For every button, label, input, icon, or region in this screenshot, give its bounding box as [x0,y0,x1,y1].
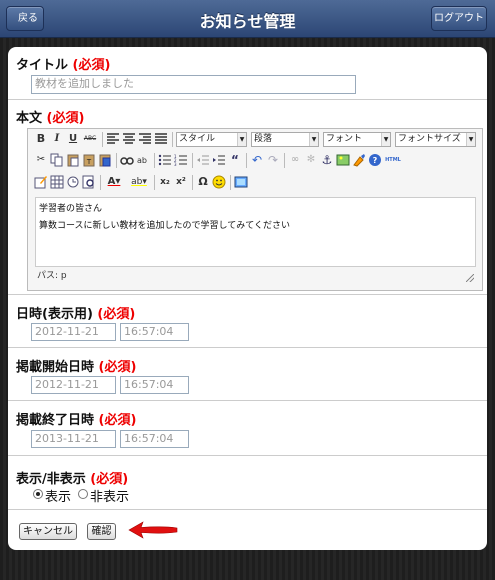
svg-text:T: T [86,158,92,166]
cleanup-icon[interactable] [352,153,366,167]
publish-end-date-input[interactable]: 2013-11-21 [31,430,116,448]
outdent-icon[interactable] [196,153,210,167]
paste-text-icon[interactable]: T [82,153,96,167]
display-datetime-label: 日時(表示用) (必須) [16,307,136,322]
chevron-down-icon: ▼ [309,133,318,146]
bold-icon[interactable]: B [34,132,48,146]
link-icon[interactable]: ∞ [288,153,302,167]
title-section: タイトル (必須) 教材を追加しました [8,47,487,100]
confirm-button[interactable]: 確認 [87,523,116,540]
editor-toolbar-row-2: ✂ T ab 123 “ ↶ ↷ ∞ ✻ ⚓ ? HTML [32,151,484,171]
svg-text:?: ? [373,156,378,165]
align-left-icon[interactable] [106,132,120,146]
chevron-down-icon: ▼ [466,133,475,146]
style-select[interactable]: スタイル ▼ [176,132,247,147]
display-datetime-section: 日時(表示用) (必須) 2012-11-21 16:57:04 [8,295,487,348]
display-date-input[interactable]: 2012-11-21 [31,323,116,341]
cancel-button[interactable]: キャンセル [19,523,77,540]
title-input[interactable]: 教材を追加しました [31,75,356,94]
preview-icon[interactable] [82,175,96,189]
display-time-input[interactable]: 16:57:04 [120,323,189,341]
chevron-down-icon: ▼ [237,133,246,146]
unlink-icon[interactable]: ✻ [304,153,318,167]
rich-text-editor: B I U ABC スタイル ▼ 段落 ▼ フォント ▼ フォントサイズ ▼ ✂ T a… [27,128,483,291]
copy-icon[interactable] [50,153,64,167]
title-label: タイトル (必須) [16,58,111,73]
image-icon[interactable] [336,153,350,167]
visibility-show-label: 表示 [45,490,72,505]
editor-content-area[interactable]: 学習者の皆さん 算数コースに新しい教材を追加したので学習してみてください [35,197,476,267]
fontsize-select[interactable]: フォントサイズ ▼ [395,132,476,147]
visibility-label: 表示/非表示 (必須) [16,472,129,487]
blockquote-icon[interactable]: “ [228,153,242,167]
required-mark: (必須) [97,307,136,322]
visibility-section: 表示/非表示 (必須) 表示 非表示 [8,456,487,510]
publish-end-section: 掲載終了日時 (必須) 2013-11-21 16:57:04 [8,401,487,456]
text-color-icon[interactable]: A▾ [104,175,124,189]
datetime-icon[interactable] [66,175,80,189]
editor-content-line: 学習者の皆さん [39,204,103,214]
svg-text:3: 3 [174,162,177,167]
bullet-list-icon[interactable] [158,153,172,167]
publish-start-label: 掲載開始日時 (必須) [16,360,137,375]
page-title: お知らせ管理 [199,12,296,31]
visibility-show-radio[interactable] [33,489,43,499]
paste-word-icon[interactable] [98,153,112,167]
visibility-hide-radio[interactable] [78,489,88,499]
numbered-list-icon[interactable]: 123 [174,153,188,167]
underline-icon[interactable]: U [66,132,80,146]
editor-status-bar: パス: p [35,268,476,284]
publish-end-time-input[interactable]: 16:57:04 [120,430,189,448]
media-icon[interactable] [234,175,248,189]
undo-icon[interactable]: ↶ [250,153,264,167]
editor-path-label: パス: p [37,271,67,281]
format-select[interactable]: 段落 ▼ [251,132,319,147]
font-select[interactable]: フォント ▼ [323,132,391,147]
strikethrough-icon[interactable]: ABC [82,132,98,146]
emoticon-icon[interactable] [212,175,226,189]
chevron-down-icon: ▼ [381,133,390,146]
required-mark: (必須) [98,360,137,375]
edit-icon[interactable] [34,175,48,189]
highlight-color-icon[interactable]: ab▾ [128,175,150,189]
find-icon[interactable] [120,153,134,167]
publish-start-date-input[interactable]: 2012-11-21 [31,376,116,394]
logout-button[interactable]: ログアウト [431,6,487,31]
align-center-icon[interactable] [122,132,136,146]
publish-start-time-input[interactable]: 16:57:04 [120,376,189,394]
resize-grip-icon[interactable] [466,274,474,282]
cut-icon[interactable]: ✂ [34,153,48,167]
charmap-icon[interactable]: Ω [196,175,210,189]
replace-icon[interactable]: ab [136,153,150,167]
indent-icon[interactable] [212,153,226,167]
paste-icon[interactable] [66,153,80,167]
body-label: 本文 (必須) [16,111,85,126]
help-icon[interactable]: ? [368,153,382,167]
publish-end-label: 掲載終了日時 (必須) [16,413,137,428]
italic-icon[interactable]: I [50,132,64,146]
form-card: タイトル (必須) 教材を追加しました 本文 (必須) 日時(表示用) (必須)… [8,47,487,550]
redo-icon[interactable]: ↷ [266,153,280,167]
required-mark: (必須) [46,111,85,126]
subscript-icon[interactable]: x₂ [158,175,172,189]
editor-content-line: 算数コースに新しい教材を追加したので学習してみてください [39,221,291,231]
svg-text:ab: ab [137,156,147,165]
html-icon[interactable]: HTML [384,153,402,167]
anchor-icon[interactable]: ⚓ [320,153,334,167]
align-justify-icon[interactable] [154,132,168,146]
editor-toolbar-row-1: B I U ABC スタイル ▼ 段落 ▼ フォント ▼ フォントサイズ ▼ [32,130,484,150]
visibility-hide-label: 非表示 [90,490,130,505]
publish-start-section: 掲載開始日時 (必須) 2012-11-21 16:57:04 [8,348,487,401]
editor-toolbar-row-3: A▾ ab▾ x₂ x² Ω [32,173,484,193]
required-mark: (必須) [72,58,111,73]
top-navigation-bar: 戻る お知らせ管理 ログアウト [0,0,495,38]
required-mark: (必須) [98,413,137,428]
superscript-icon[interactable]: x² [174,175,188,189]
align-right-icon[interactable] [138,132,152,146]
required-mark: (必須) [90,472,129,487]
table-icon[interactable] [50,175,64,189]
arrow-pointer-icon [128,521,178,539]
